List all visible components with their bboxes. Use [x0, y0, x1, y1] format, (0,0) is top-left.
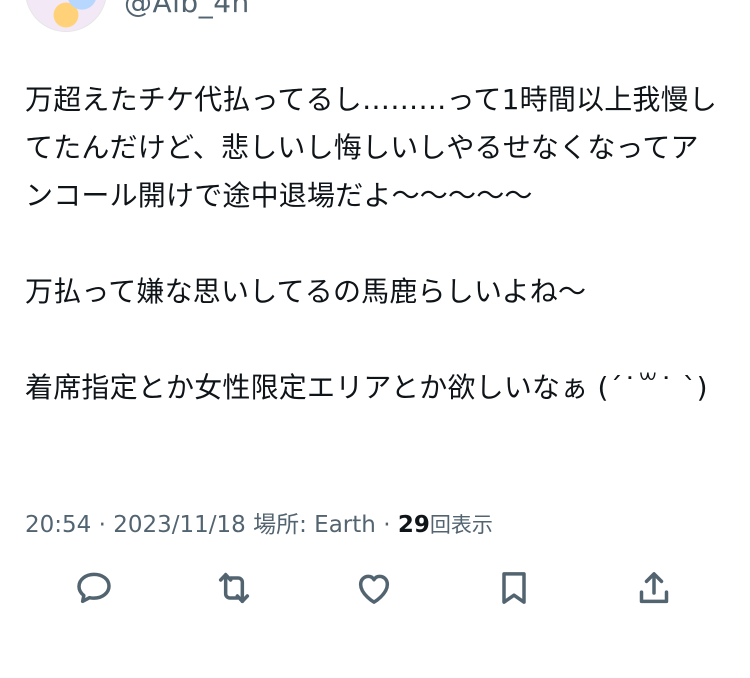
tweet-meta: 20:54 · 2023/11/18 場所: Earth · 29回表示: [25, 505, 493, 539]
meta-separator: ·: [383, 512, 391, 538]
reply-icon: [77, 572, 111, 604]
tweet-actions: [0, 562, 750, 614]
user-handle[interactable]: @Aib_4n: [124, 0, 250, 19]
share-button[interactable]: [628, 562, 680, 614]
bookmark-icon: [502, 572, 526, 604]
tweet-date[interactable]: 2023/11/18: [113, 512, 246, 538]
tweet-time[interactable]: 20:54: [25, 512, 91, 538]
meta-separator: ·: [98, 512, 106, 538]
retweet-button[interactable]: [208, 562, 260, 614]
tweet-text: 万超えたチケ代払ってるし………って1時間以上我慢してたんだけど、悲しいし悔しいし…: [25, 76, 725, 412]
bookmark-button[interactable]: [488, 562, 540, 614]
reply-button[interactable]: [68, 562, 120, 614]
tweet-location: 場所: Earth: [253, 512, 376, 538]
tweet-paragraph-3: 着席指定とか女性限定エリアとか欲しいなぁ (´˙꒳​˙ `): [25, 371, 708, 404]
heart-icon: [358, 574, 390, 604]
retweet-icon: [218, 572, 250, 604]
like-button[interactable]: [348, 562, 400, 614]
avatar[interactable]: [25, 0, 107, 32]
views-label[interactable]: 回表示: [430, 513, 493, 537]
views-count[interactable]: 29: [398, 512, 430, 538]
tweet-paragraph-2: 万払って嫌な思いしてるの馬鹿らしいよね〜: [25, 275, 587, 308]
share-icon: [639, 572, 669, 604]
tweet-paragraph-1: 万超えたチケ代払ってるし………って1時間以上我慢してたんだけど、悲しいし悔しいし…: [25, 83, 718, 212]
